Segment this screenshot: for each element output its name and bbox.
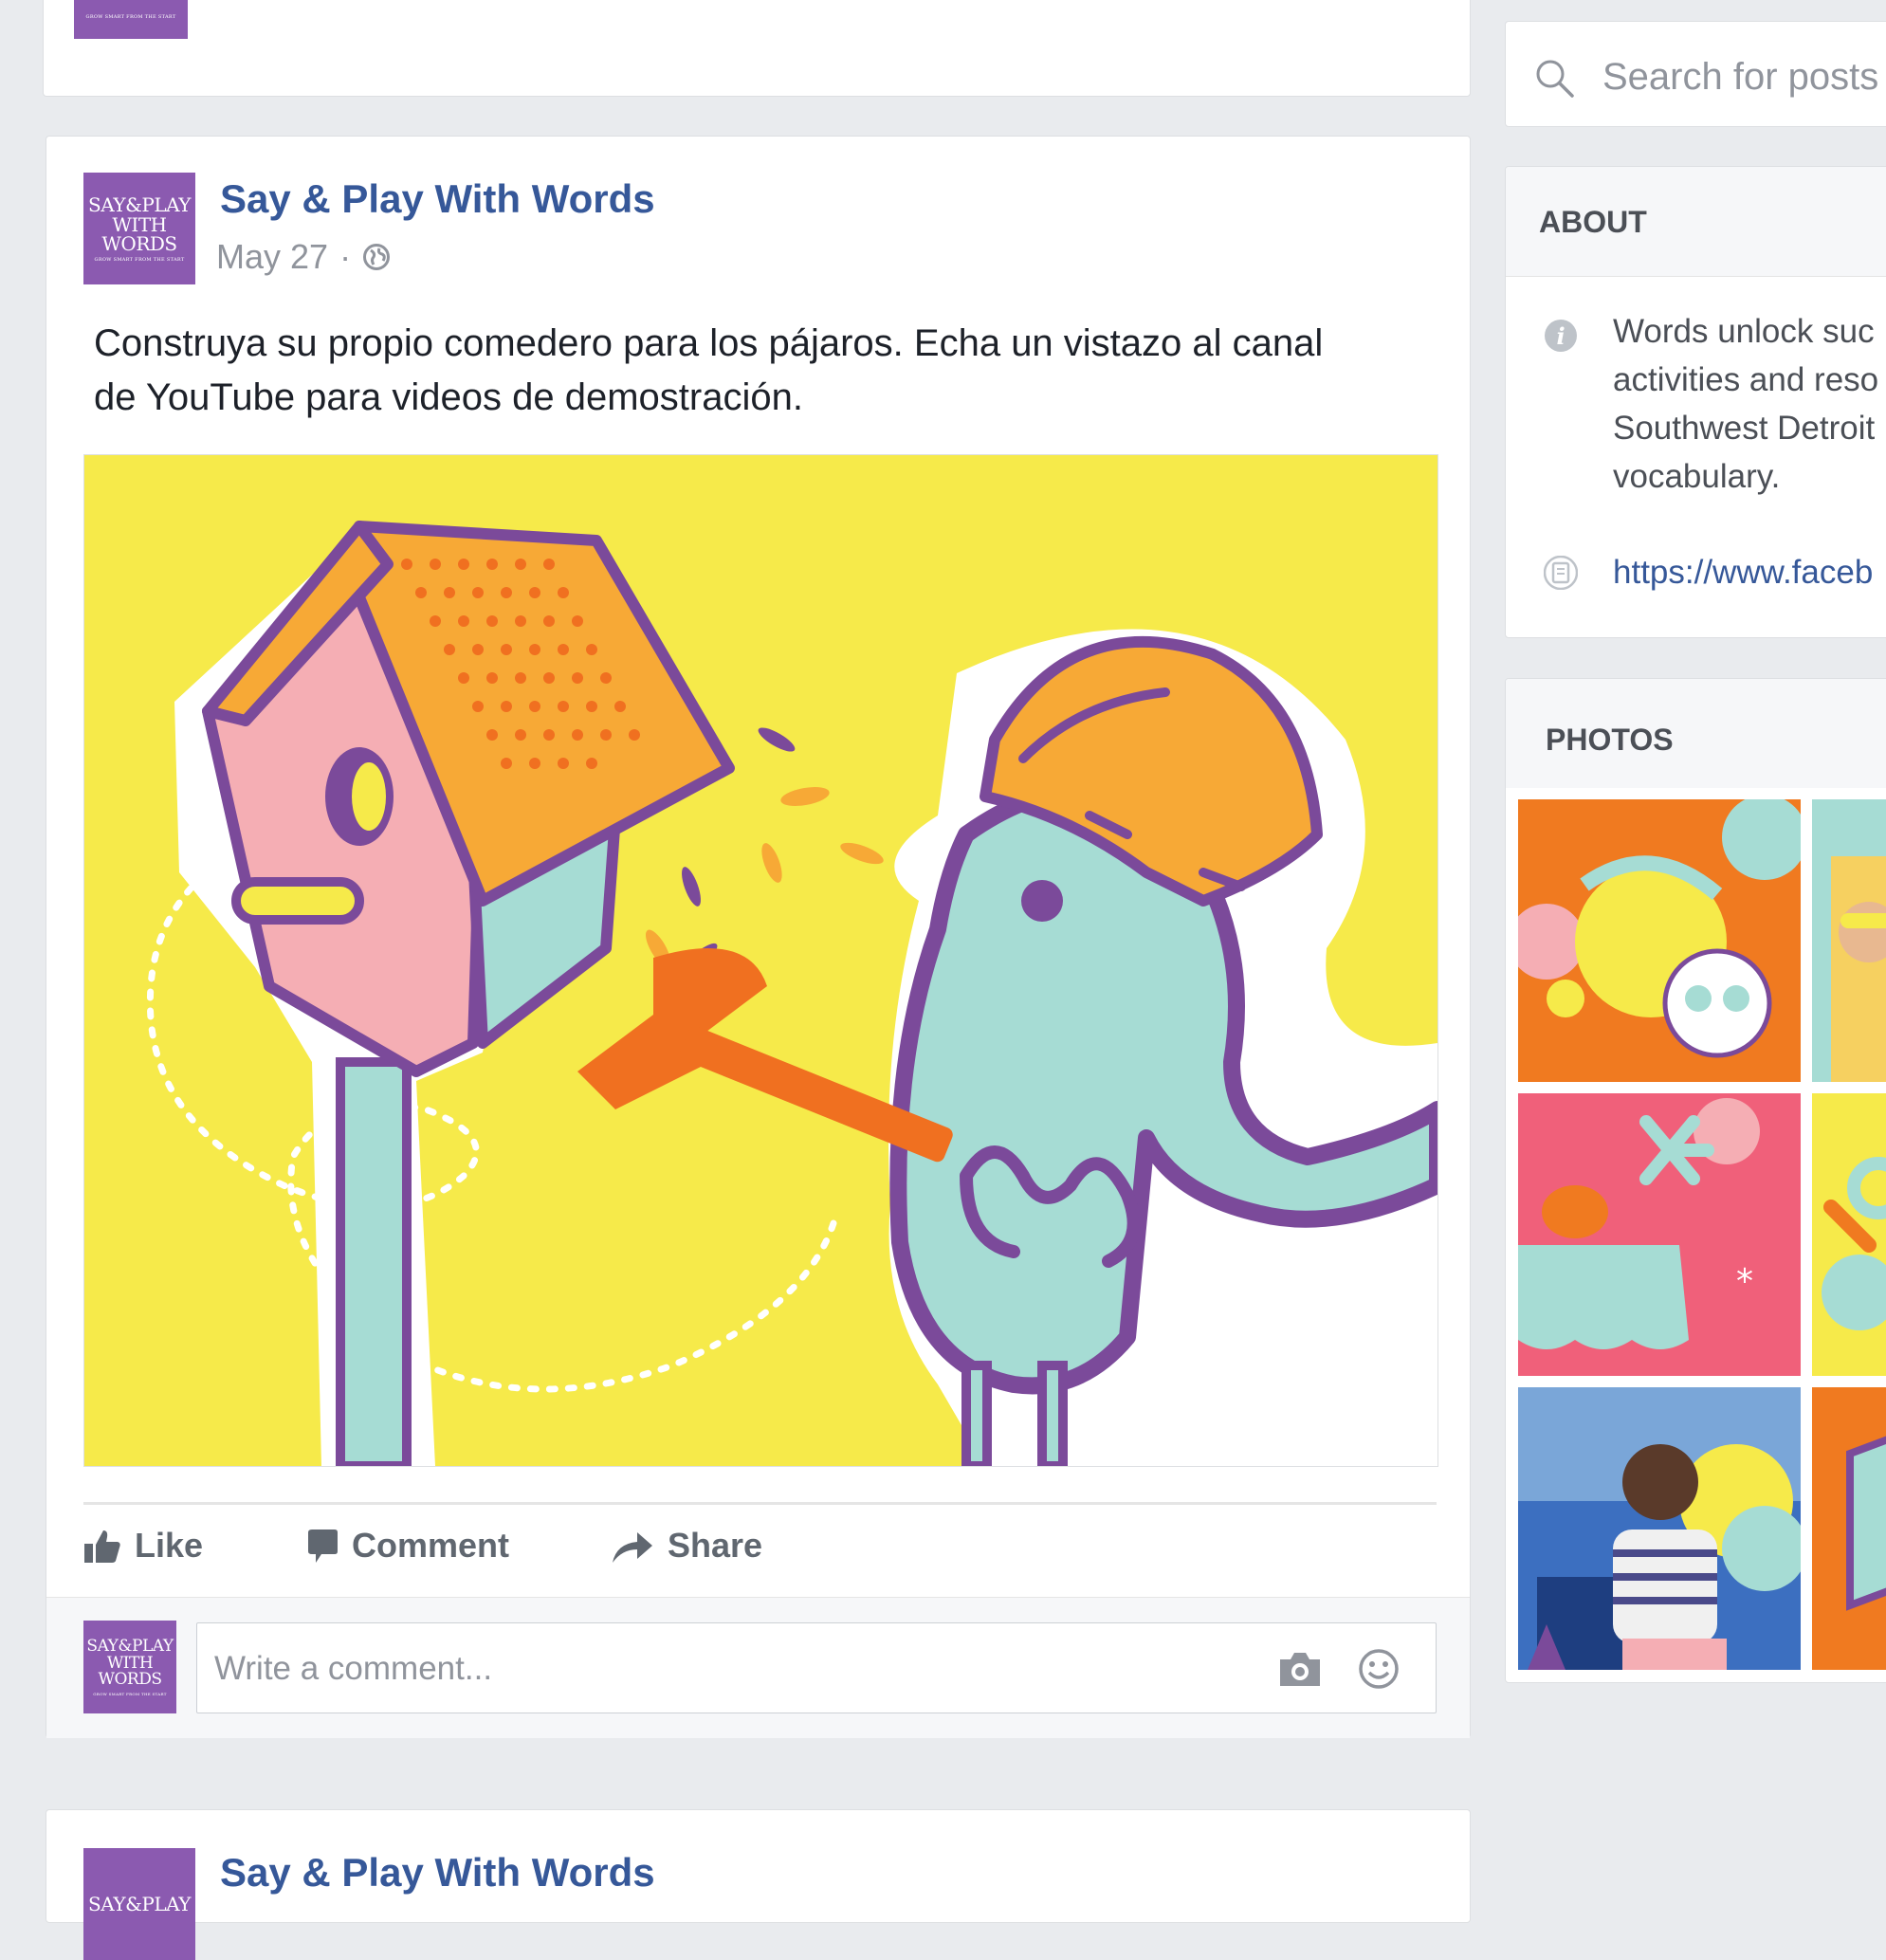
svg-text:i: i	[1556, 322, 1565, 350]
page-name-link[interactable]: Say & Play With Words	[220, 1850, 655, 1896]
photos-header: PHOTOS	[1506, 679, 1886, 788]
photo-thumbnail[interactable]	[1518, 799, 1801, 1082]
post-text: Construya su propio comedero para los pá…	[94, 317, 1323, 425]
meta-separator: ·	[339, 237, 352, 276]
emoji-icon[interactable]	[1358, 1648, 1400, 1694]
share-button[interactable]: Share	[611, 1526, 762, 1566]
photos-card: PHOTOS *	[1505, 678, 1886, 1683]
post-text-line: de YouTube para videos de demostración.	[94, 376, 803, 418]
page-avatar[interactable]: SAY&PLAY	[83, 1848, 195, 1960]
comment-input[interactable]: Write a comment...	[196, 1622, 1437, 1713]
comment-label: Comment	[352, 1526, 510, 1565]
page-avatar[interactable]: SAY&PLAY WITH WORDS GROW SMART FROM THE …	[83, 173, 195, 284]
thumbs-up-icon	[83, 1527, 121, 1565]
about-line: Words unlock suc	[1613, 313, 1875, 350]
about-header: ABOUT	[1506, 167, 1886, 277]
page-name-link[interactable]: Say & Play With Words	[220, 176, 655, 222]
share-arrow-icon	[611, 1527, 654, 1565]
search-input[interactable]: Search for posts	[1602, 56, 1878, 99]
about-line: Southwest Detroit	[1613, 410, 1876, 447]
like-label: Like	[135, 1526, 204, 1565]
camera-icon[interactable]	[1276, 1650, 1324, 1693]
info-icon: i	[1544, 319, 1578, 357]
previous-post-card: GROW SMART FROM THE START	[43, 0, 1471, 97]
commenter-avatar[interactable]: SAY&PLAY WITH WORDS GROW SMART FROM THE …	[83, 1621, 176, 1713]
photo-thumbnail[interactable]	[1812, 1093, 1886, 1376]
actions-divider	[83, 1502, 1437, 1505]
about-line: vocabulary.	[1613, 458, 1781, 495]
photo-thumbnail[interactable]	[1812, 799, 1886, 1082]
comment-area: SAY&PLAY WITH WORDS GROW SMART FROM THE …	[46, 1597, 1470, 1738]
post-image[interactable]	[83, 454, 1438, 1467]
search-card: Search for posts	[1505, 21, 1886, 127]
about-card: ABOUT i Words unlock suc activities and …	[1505, 166, 1886, 638]
next-post-card: SAY&PLAY Say & Play With Words	[46, 1809, 1471, 1960]
photo-thumbnail[interactable]	[1812, 1387, 1886, 1670]
globe-icon[interactable]	[362, 243, 391, 271]
website-link[interactable]: https://www.faceb	[1613, 554, 1873, 592]
svg-text:*: *	[1736, 1262, 1753, 1301]
page-avatar[interactable]: GROW SMART FROM THE START	[74, 0, 188, 39]
like-button[interactable]: Like	[83, 1526, 203, 1566]
share-label: Share	[668, 1526, 763, 1565]
photo-thumbnail[interactable]	[1518, 1387, 1801, 1670]
photos-heading: PHOTOS	[1546, 723, 1674, 757]
post-text-line: Construya su propio comedero para los pá…	[94, 322, 1324, 364]
search-icon	[1534, 58, 1574, 102]
post-card: SAY&PLAY WITH WORDS GROW SMART FROM THE …	[46, 136, 1471, 1738]
comment-placeholder: Write a comment...	[214, 1650, 493, 1687]
about-line: activities and reso	[1613, 361, 1879, 398]
post-date[interactable]: May 27	[216, 237, 328, 277]
website-icon	[1543, 555, 1579, 595]
comment-button[interactable]: Comment	[304, 1526, 509, 1566]
about-heading: ABOUT	[1539, 205, 1647, 239]
about-description: Words unlock suc activities and reso Sou…	[1613, 307, 1878, 501]
post-meta: May 27 ·	[216, 237, 391, 277]
comment-bubble-icon	[304, 1527, 339, 1565]
photo-thumbnail[interactable]: *	[1518, 1093, 1801, 1376]
